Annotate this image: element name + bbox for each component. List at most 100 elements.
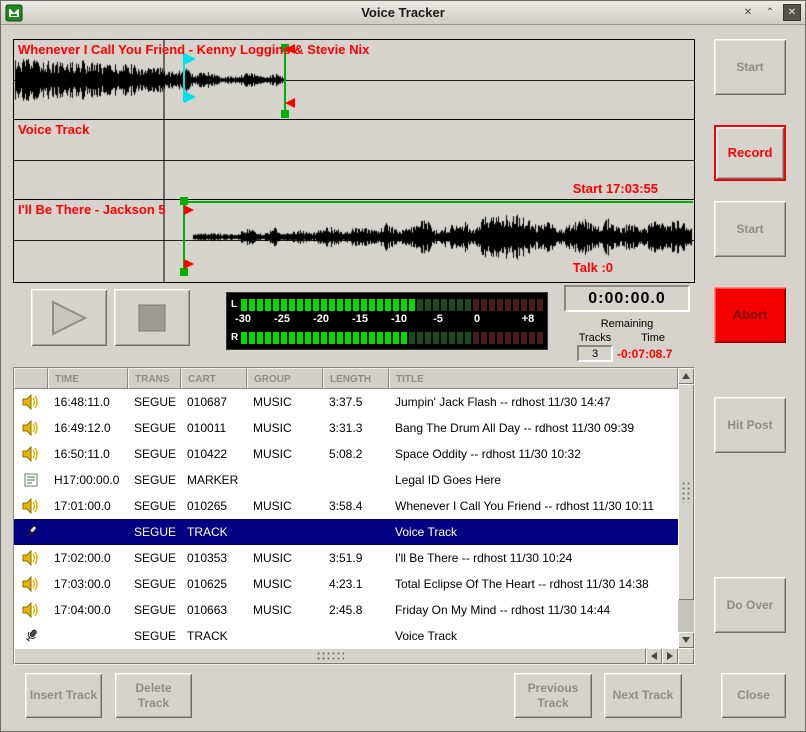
speaker-icon — [14, 571, 48, 597]
meter-segment — [353, 299, 359, 311]
meter-segment — [337, 332, 343, 344]
insert-track-button[interactable]: Insert Track — [25, 673, 102, 718]
window-controls: ✕ ⌃ ✕ — [739, 4, 801, 21]
meter-segment — [241, 299, 247, 311]
meter-segment — [433, 299, 439, 311]
log-row[interactable]: SEGUETRACKVoice Track — [14, 623, 678, 648]
log-row[interactable]: 17:02:00.0SEGUE010353MUSIC3:51.9I'll Be … — [14, 545, 678, 571]
meter-segment — [353, 332, 359, 344]
do-over-button[interactable]: Do Over — [714, 577, 786, 633]
meter-segment — [529, 332, 535, 344]
mic-icon — [14, 623, 48, 648]
meter-segment — [281, 299, 287, 311]
track-panel-2[interactable]: Voice Track Start 17:03:55 — [14, 120, 694, 200]
meter-right-label: R — [231, 332, 241, 343]
start-track1-button[interactable]: Start — [714, 39, 786, 95]
speaker-icon — [14, 597, 48, 623]
close-button[interactable]: Close — [721, 673, 786, 718]
marker-icon — [14, 467, 48, 493]
titlebar[interactable]: Voice Tracker ✕ ⌃ ✕ — [1, 1, 805, 25]
meter-segment — [345, 299, 351, 311]
next-track-button[interactable]: Next Track — [604, 673, 682, 718]
meter-segment — [441, 299, 447, 311]
meter-segment — [265, 332, 271, 344]
cell-trans: SEGUE — [128, 467, 181, 493]
horizontal-scroll-thumb[interactable] — [14, 648, 646, 664]
scroll-up-button[interactable] — [678, 368, 694, 384]
log-row[interactable]: 16:48:11.0SEGUE010687MUSIC3:37.5Jumpin' … — [14, 389, 678, 415]
meter-segment — [489, 299, 495, 311]
cell-cart: 010422 — [181, 441, 247, 467]
cell-title: Bang The Drum All Day -- rdhost 11/30 09… — [389, 415, 678, 441]
log-row[interactable]: 16:50:11.0SEGUE010422MUSIC5:08.2Space Od… — [14, 441, 678, 467]
column-header-time[interactable]: TIME — [48, 368, 128, 389]
meter-segment — [385, 332, 391, 344]
cell-title: Whenever I Call You Friend -- rdhost 11/… — [389, 493, 678, 519]
horizontal-scrollbar[interactable] — [14, 648, 678, 664]
column-header-title[interactable]: TITLE — [389, 368, 678, 389]
play-button[interactable] — [31, 289, 107, 346]
meter-segment — [513, 299, 519, 311]
cell-length: 2:45.8 — [323, 597, 389, 623]
abort-button[interactable]: Abort — [714, 287, 786, 343]
column-header-group[interactable]: GROUP — [247, 368, 323, 389]
cell-length: 3:58.4 — [323, 493, 389, 519]
cell-trans: SEGUE — [128, 389, 181, 415]
meter-scale-label: 0 — [474, 313, 480, 325]
cell-title: Legal ID Goes Here — [389, 467, 678, 493]
meter-segment — [297, 299, 303, 311]
cell-length: 3:31.3 — [323, 415, 389, 441]
vertical-scroll-thumb[interactable] — [678, 384, 694, 600]
cell-cart: TRACK — [181, 519, 247, 545]
cell-trans: SEGUE — [128, 597, 181, 623]
meter-segment — [529, 299, 535, 311]
track-panel-1[interactable]: Whenever I Call You Friend - Kenny Loggi… — [14, 40, 694, 120]
waveform-area[interactable]: Whenever I Call You Friend - Kenny Loggi… — [13, 39, 695, 283]
meter-segment — [425, 299, 431, 311]
column-header-length[interactable]: LENGTH — [323, 368, 389, 389]
log-row[interactable]: SEGUETRACK Voice Track — [14, 519, 678, 545]
log-row[interactable]: 17:04:00.0SEGUE010663MUSIC2:45.8Friday O… — [14, 597, 678, 623]
stop-button[interactable] — [114, 289, 190, 346]
meter-segment — [313, 299, 319, 311]
start-track3-button[interactable]: Start — [714, 201, 786, 257]
cell-time — [48, 623, 128, 648]
scrollbar-corner — [678, 648, 694, 664]
track3-title: I'll Be There - Jackson 5 — [18, 202, 166, 217]
cell-group: MUSIC — [247, 571, 323, 597]
meter-segment — [321, 299, 327, 311]
scroll-right-button[interactable] — [662, 648, 678, 664]
window-close-icon[interactable]: ✕ — [783, 4, 801, 21]
elapsed-time-display: 0:00:00.0 — [564, 285, 690, 312]
cell-group — [247, 519, 323, 545]
cell-time: 17:03:00.0 — [48, 571, 128, 597]
delete-track-button[interactable]: Delete Track — [115, 673, 192, 718]
hit-post-button[interactable]: Hit Post — [714, 397, 786, 453]
cell-trans: SEGUE — [128, 415, 181, 441]
window-pin-icon[interactable]: ✕ — [739, 4, 757, 21]
log-row[interactable]: 17:01:00.0SEGUE010265MUSIC3:58.4Whenever… — [14, 493, 678, 519]
meter-segment — [377, 332, 383, 344]
record-button[interactable]: Record — [714, 125, 786, 181]
track-panel-3[interactable]: I'll Be There - Jackson 5 Talk :0 — [14, 200, 694, 280]
meter-segment — [273, 299, 279, 311]
log-row[interactable]: 17:03:00.0SEGUE010625MUSIC4:23.1Total Ec… — [14, 571, 678, 597]
cell-trans: SEGUE — [128, 519, 181, 545]
level-meter: L -30-25-20-15-10-50+8 R — [226, 292, 548, 350]
cell-title: Voice Track — [389, 519, 678, 545]
window-maximize-icon[interactable]: ⌃ — [761, 4, 779, 21]
meter-segment — [385, 299, 391, 311]
column-header-icon[interactable] — [14, 368, 48, 389]
column-header-trans[interactable]: TRANS — [128, 368, 181, 389]
cell-length: 5:08.2 — [323, 441, 389, 467]
column-header-cart[interactable]: CART — [181, 368, 247, 389]
previous-track-button[interactable]: Previous Track — [514, 673, 592, 718]
app-icon — [5, 4, 23, 22]
tracks-remaining-label: Tracks — [567, 332, 623, 344]
log-row[interactable]: 16:49:12.0SEGUE010011MUSIC3:31.3Bang The… — [14, 415, 678, 441]
thumb-grip — [316, 651, 344, 661]
scroll-down-button[interactable] — [678, 632, 694, 648]
scroll-left-button[interactable] — [646, 648, 662, 664]
log-row[interactable]: H17:00:00.0SEGUEMARKERLegal ID Goes Here — [14, 467, 678, 493]
vertical-scrollbar[interactable] — [678, 368, 694, 648]
